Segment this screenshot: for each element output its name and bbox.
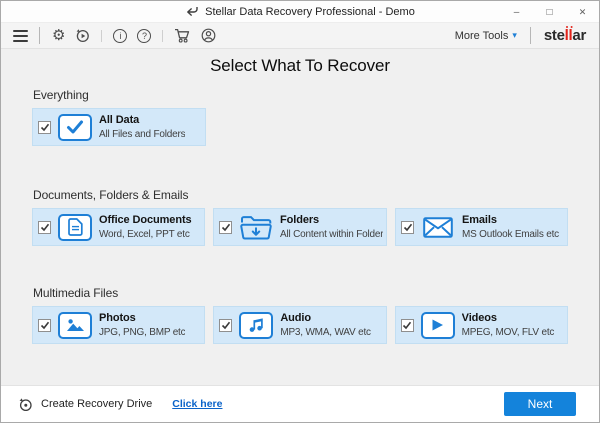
maximize-icon[interactable]: □ — [533, 1, 566, 23]
card-emails[interactable]: Emails MS Outlook Emails etc — [395, 208, 568, 246]
footer-bar: Create Recovery Drive Click here Next — [1, 385, 599, 422]
menu-hamburger-icon[interactable] — [13, 29, 28, 42]
more-tools-label: More Tools — [454, 29, 509, 42]
card-subtitle: Word, Excel, PPT etc — [99, 228, 190, 240]
video-play-icon — [420, 311, 456, 339]
videos-checkbox[interactable] — [400, 318, 414, 332]
cards-row-documents: Office Documents Word, Excel, PPT etc Fo… — [32, 208, 568, 246]
toolbar-divider — [39, 27, 40, 44]
account-person-icon[interactable] — [201, 28, 216, 43]
app-window: Stellar Data Recovery Professional - Dem… — [0, 0, 600, 423]
page-title: Select What To Recover — [210, 56, 390, 75]
resume-recovery-icon[interactable] — [75, 28, 90, 43]
card-photos[interactable]: Photos JPG, PNG, BMP etc — [32, 306, 206, 344]
photos-icon — [57, 311, 93, 339]
help-icon[interactable]: ? — [137, 28, 152, 43]
photos-checkbox[interactable] — [38, 318, 51, 332]
folder-download-icon — [238, 214, 274, 240]
audio-checkbox[interactable] — [219, 318, 233, 332]
create-recovery-drive-label: Create Recovery Drive — [41, 398, 153, 410]
close-icon[interactable]: ✕ — [566, 1, 599, 23]
recovery-drive-icon — [18, 397, 33, 412]
info-icon[interactable]: i — [113, 28, 128, 43]
card-subtitle: MPEG, MOV, FLV etc — [461, 326, 555, 338]
card-folders[interactable]: Folders All Content within Folders — [213, 208, 387, 246]
toolbar: ⚙ i ? More Tools ▾ ste ll ar — [1, 23, 599, 49]
card-subtitle: MP3, WMA, WAV etc — [280, 326, 371, 338]
folders-checkbox[interactable] — [219, 220, 232, 234]
office-documents-checkbox[interactable] — [38, 220, 51, 234]
section-label-multimedia: Multimedia Files — [33, 286, 119, 300]
more-tools-dropdown[interactable]: More Tools ▾ — [455, 30, 517, 42]
chevron-down-icon: ▾ — [512, 30, 517, 40]
window-title: Stellar Data Recovery Professional - Dem… — [205, 5, 415, 18]
section-label-documents: Documents, Folders & Emails — [33, 188, 189, 202]
card-videos[interactable]: Videos MPEG, MOV, FLV etc — [394, 306, 568, 344]
card-title: Folders — [280, 214, 320, 227]
all-data-check-icon — [57, 113, 93, 141]
click-here-link[interactable]: Click here — [172, 398, 222, 410]
card-title: All Data — [99, 114, 140, 127]
title-bar: Stellar Data Recovery Professional - Dem… — [1, 1, 599, 23]
toolbar-divider — [101, 29, 103, 42]
card-subtitle: All Content within Folders — [280, 228, 383, 240]
card-subtitle: MS Outlook Emails etc — [462, 228, 559, 240]
audio-note-icon — [238, 311, 274, 339]
card-title: Office Documents — [99, 214, 192, 227]
toolbar-divider — [162, 29, 164, 42]
card-title: Audio — [280, 312, 311, 325]
email-envelope-icon — [420, 216, 456, 238]
settings-gear-icon[interactable]: ⚙ — [52, 28, 65, 43]
card-title: Photos — [99, 312, 136, 325]
office-document-icon — [57, 213, 93, 241]
all-data-checkbox[interactable] — [38, 120, 51, 134]
card-all-data[interactable]: All Data All Files and Folders — [32, 108, 206, 146]
card-subtitle: JPG, PNG, BMP etc — [99, 326, 186, 338]
card-subtitle: All Files and Folders — [99, 128, 186, 140]
card-audio[interactable]: Audio MP3, WMA, WAV etc — [213, 306, 387, 344]
cards-row-multimedia: Photos JPG, PNG, BMP etc Audio MP3, WMA,… — [32, 306, 568, 344]
minimize-icon[interactable]: – — [500, 1, 533, 23]
stellar-logo: ste ll ar — [543, 25, 586, 44]
section-label-everything: Everything — [33, 88, 89, 102]
cards-row-everything: All Data All Files and Folders — [32, 108, 568, 146]
buy-cart-icon[interactable] — [174, 28, 191, 43]
card-office-documents[interactable]: Office Documents Word, Excel, PPT etc — [32, 208, 205, 246]
next-button[interactable]: Next — [504, 392, 576, 416]
back-arrow-icon[interactable] — [185, 6, 198, 17]
toolbar-divider — [529, 27, 531, 44]
card-title: Emails — [462, 214, 497, 227]
card-title: Videos — [461, 312, 497, 325]
emails-checkbox[interactable] — [401, 220, 414, 234]
